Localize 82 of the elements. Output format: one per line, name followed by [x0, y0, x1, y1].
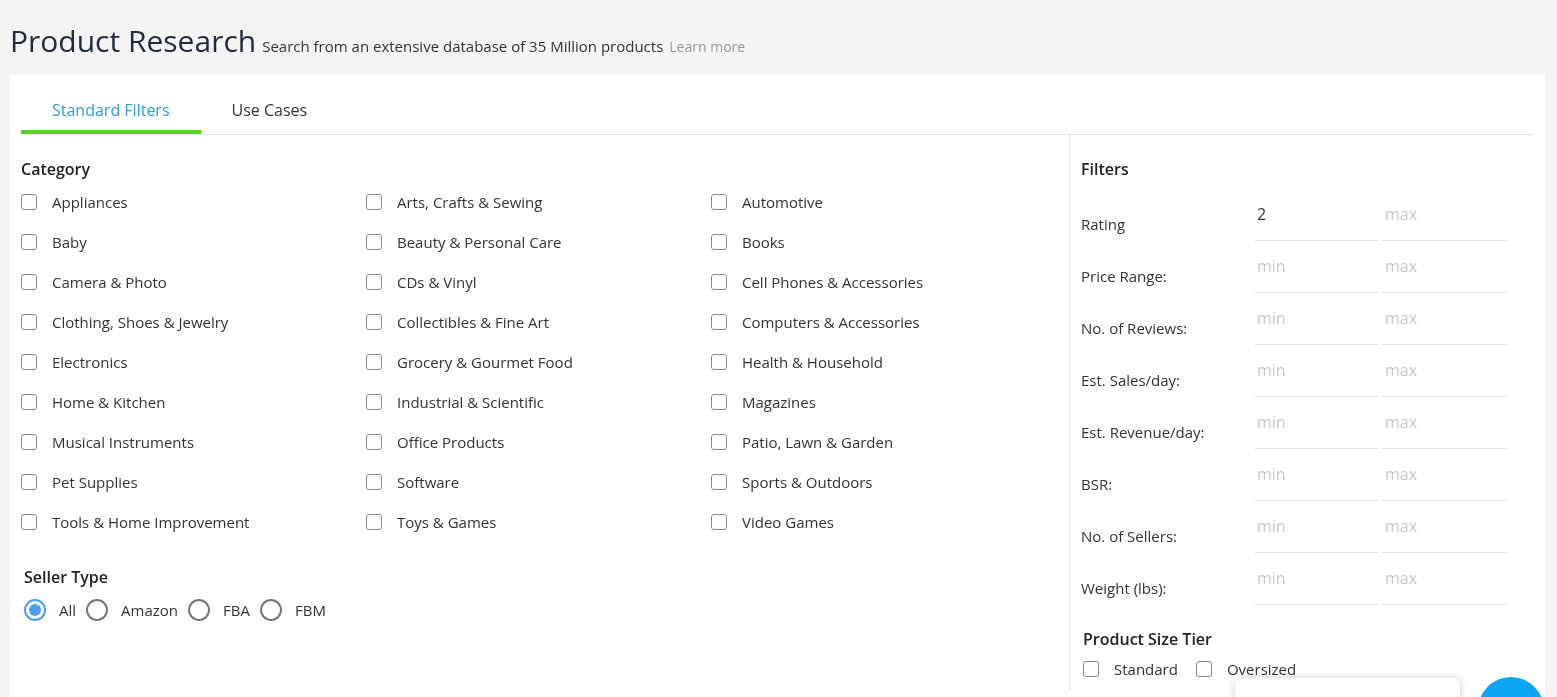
checkbox[interactable] — [711, 354, 727, 370]
radio-button[interactable] — [24, 599, 46, 622]
filter-label: Rating — [1081, 212, 1127, 236]
checkbox-label: Grocery & Gourmet Food — [397, 350, 573, 374]
filter-label: Weight (lbs): — [1081, 576, 1168, 600]
checkbox-label: Home & Kitchen — [52, 390, 166, 414]
section-heading: Seller Type — [24, 565, 109, 589]
radio-button[interactable] — [188, 599, 211, 622]
checkbox-label: Sports & Outdoors — [742, 470, 873, 494]
checkbox-label: Musical Instruments — [52, 430, 195, 454]
checkbox-label: Computers & Accessories — [742, 310, 920, 334]
page-subtitle: Search from an extensive database of 35 Million products — [262, 35, 664, 58]
radio-button[interactable] — [259, 599, 282, 622]
checkbox[interactable] — [21, 514, 37, 530]
checkbox[interactable] — [366, 234, 382, 250]
checkbox[interactable] — [711, 234, 727, 250]
checkbox-label: Toys & Games — [397, 510, 497, 534]
checkbox[interactable] — [21, 394, 37, 410]
checkbox[interactable] — [366, 354, 382, 370]
checkbox[interactable] — [366, 514, 382, 530]
checkbox-label: Software — [397, 470, 460, 494]
checkbox[interactable] — [21, 274, 37, 290]
filter-label: Est. Sales/day: — [1081, 368, 1182, 392]
checkbox[interactable] — [21, 434, 37, 450]
checkbox-label: Camera & Photo — [52, 270, 167, 294]
checkbox[interactable] — [366, 314, 382, 330]
checkbox-label: Industrial & Scientific — [397, 390, 544, 414]
checkbox[interactable] — [1195, 661, 1212, 677]
checkbox-label: Magazines — [742, 390, 816, 414]
checkbox-label: Cell Phones & Accessories — [742, 270, 924, 294]
checkbox-label: Appliances — [52, 190, 128, 214]
checkbox[interactable] — [711, 394, 727, 410]
checkbox[interactable] — [21, 234, 37, 250]
checkbox[interactable] — [711, 194, 727, 210]
filter-label: No. of Sellers: — [1081, 524, 1178, 548]
radio-label: FBA — [223, 599, 250, 622]
section-heading: Filters — [1081, 157, 1130, 182]
checkbox[interactable] — [366, 394, 382, 410]
checkbox-label: Clothing, Shoes & Jewelry — [52, 310, 229, 334]
section-heading: Category — [21, 157, 92, 182]
checkbox-label: Patio, Lawn & Garden — [742, 430, 894, 454]
checkbox-label: Automotive — [742, 190, 823, 214]
checkbox[interactable] — [711, 274, 727, 290]
filter-label: Price Range: — [1081, 264, 1168, 288]
page-title: Product Research — [10, 19, 257, 63]
range-input[interactable]: 2 — [1255, 197, 1379, 241]
checkbox[interactable] — [711, 474, 727, 490]
checkbox[interactable] — [1083, 661, 1099, 677]
section-heading: Product Size Tier — [1083, 627, 1213, 651]
checkbox[interactable] — [366, 474, 382, 490]
checkbox-label: Standard — [1114, 657, 1178, 681]
checkbox-label: Tools & Home Improvement — [52, 510, 250, 534]
checkbox-label: Arts, Crafts & Sewing — [397, 190, 543, 214]
radio-label: Amazon — [121, 599, 179, 622]
checkbox-label: Books — [742, 230, 785, 254]
checkbox[interactable] — [366, 274, 382, 290]
filter-label: Est. Revenue/day: — [1081, 420, 1206, 444]
radio-button[interactable] — [86, 599, 109, 622]
checkbox[interactable] — [21, 194, 37, 210]
filter-label: No. of Reviews: — [1081, 316, 1189, 340]
checkbox-label: Pet Supplies — [52, 470, 138, 494]
checkbox[interactable] — [21, 354, 37, 370]
radio-label: All — [59, 599, 77, 622]
checkbox-label: CDs & Vinyl — [397, 270, 477, 294]
checkbox-label: Beauty & Personal Care — [397, 230, 562, 254]
checkbox-label: Collectibles & Fine Art — [397, 310, 550, 334]
filter-label: BSR: — [1081, 472, 1114, 496]
checkbox[interactable] — [711, 434, 727, 450]
radio-label: FBM — [294, 599, 326, 622]
checkbox[interactable] — [366, 194, 382, 210]
checkbox[interactable] — [711, 514, 727, 530]
checkbox-label: Oversized — [1226, 657, 1297, 681]
checkbox[interactable] — [21, 474, 37, 490]
tab[interactable]: Use Cases — [200, 90, 339, 134]
checkbox[interactable] — [366, 434, 382, 450]
checkbox[interactable] — [711, 314, 727, 330]
checkbox-label: Video Games — [742, 510, 834, 534]
checkbox-label: Baby — [52, 230, 87, 254]
checkbox-label: Office Products — [397, 430, 505, 454]
checkbox-label: Electronics — [52, 350, 128, 374]
checkbox-label: Health & Household — [742, 350, 883, 374]
checkbox[interactable] — [21, 314, 37, 330]
